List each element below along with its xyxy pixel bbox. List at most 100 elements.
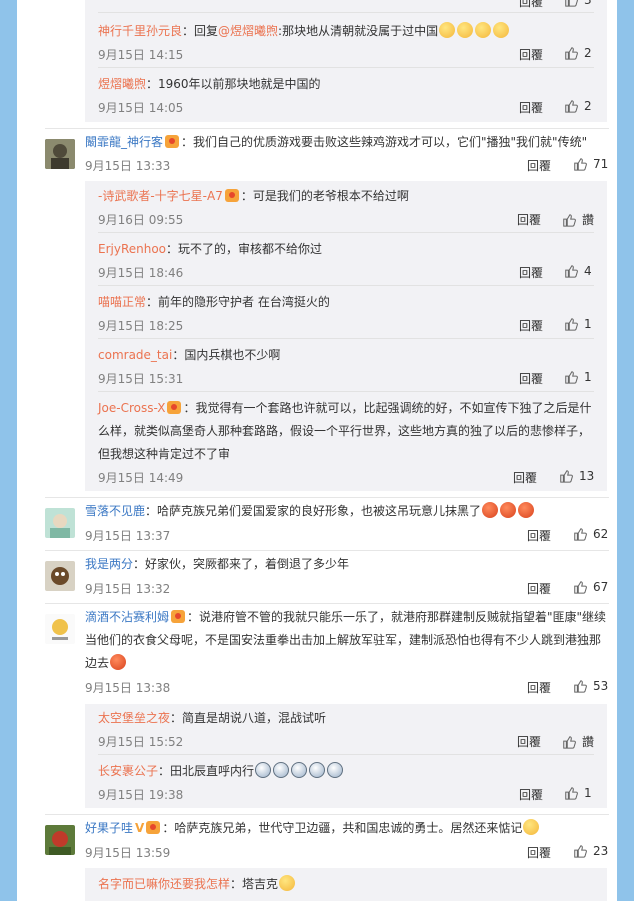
timestamp: 9月15日 13:59 xyxy=(85,846,171,860)
timestamp: 9月15日 13:32 xyxy=(85,582,171,596)
reply-link[interactable]: 回覆 xyxy=(519,0,543,10)
divider xyxy=(98,338,594,339)
thumb-up-icon xyxy=(574,158,587,171)
like-count: 62 xyxy=(593,527,609,541)
timestamp: 9月15日 18:25 xyxy=(98,319,184,333)
reply-username[interactable]: 长安裹公子 xyxy=(98,764,158,778)
mention-link[interactable]: @煜熠曦煦 xyxy=(218,24,278,38)
like-button[interactable]: 1 xyxy=(564,317,592,331)
emoji-icon xyxy=(291,762,308,778)
thumb-up-icon xyxy=(565,371,578,384)
emoji-icon xyxy=(523,819,540,835)
like-button[interactable]: 67 xyxy=(573,580,608,594)
reply-link[interactable]: 回覆 xyxy=(519,264,543,281)
divider xyxy=(98,12,594,13)
like-count: 1 xyxy=(584,317,592,331)
like-button[interactable]: 讚 xyxy=(562,733,594,750)
comment-text: 滴酒不沾赛利姆 ：说港府管不管的我就只能乐一乐了，就港府那群建制反贼就指望着"匪康… xyxy=(85,610,607,670)
emoji-icon xyxy=(475,22,492,38)
like-button[interactable]: 2 xyxy=(564,99,592,113)
reply-link[interactable]: 回覆 xyxy=(517,733,541,750)
like-count: 4 xyxy=(584,264,592,278)
comment-username[interactable]: 滴酒不沾赛利姆 xyxy=(85,610,169,624)
like-button[interactable]: 4 xyxy=(564,264,592,278)
reply-username[interactable]: ErjyRenhoo xyxy=(98,242,166,256)
avatar[interactable] xyxy=(45,614,75,644)
comment-username[interactable]: 闞霏龍_神行客 xyxy=(85,135,163,149)
reply-username[interactable]: 名字而已嘛你还要我怎样 xyxy=(98,877,230,891)
like-button[interactable]: 1 xyxy=(564,370,592,384)
reply-username[interactable]: 太空堡垒之夜 xyxy=(98,711,170,725)
emoji-icon xyxy=(327,762,344,778)
timestamp: 9月15日 18:46 xyxy=(98,266,184,280)
thumb-up-icon xyxy=(574,680,587,693)
avatar[interactable] xyxy=(45,561,75,591)
reply-thread: 名字而已嘛你还要我怎样：塔吉克 xyxy=(85,868,607,901)
emoji-icon xyxy=(309,762,326,778)
thumb-up-icon xyxy=(565,0,578,7)
like-button[interactable]: 13 xyxy=(559,469,594,483)
thumb-up-icon xyxy=(574,581,587,594)
comment-username[interactable]: 雪落不见鹿 xyxy=(85,504,145,518)
comment-text: 闞霏龍_神行客 ：我们自己的优质游戏要击败这些辣鸡游戏才可以，它们"播独"我们就"… xyxy=(85,135,588,149)
reply-username[interactable]: 煜熠曦煦 xyxy=(98,77,146,91)
divider xyxy=(45,497,609,498)
reply-text: 神行千里孙元良：回复@煜熠曦煦:那块地从清朝就没属于过中国 xyxy=(98,20,578,43)
reply-username[interactable]: 喵喵正常 xyxy=(98,295,146,309)
timestamp: 9月15日 15:52 xyxy=(98,735,184,749)
like-button[interactable]: 讚 xyxy=(562,211,594,228)
emoji-icon xyxy=(439,22,456,38)
reply-link[interactable]: 回覆 xyxy=(527,844,551,861)
like-button[interactable]: 3 xyxy=(564,0,592,7)
reply-link[interactable]: 回覆 xyxy=(527,679,551,696)
reply-link[interactable]: 回覆 xyxy=(519,99,543,116)
reply-link[interactable]: 回覆 xyxy=(513,469,537,486)
like-count: 23 xyxy=(593,844,609,858)
like-button[interactable]: 62 xyxy=(573,527,608,541)
like-button[interactable]: 2 xyxy=(564,46,592,60)
reply-thread: -诗武歌者-十字七星-A7 ：可是我们的老爷根本不给过啊 9月16日 09:55 … xyxy=(85,181,607,491)
like-button[interactable]: 71 xyxy=(573,157,608,171)
thumb-up-icon xyxy=(565,100,578,113)
comment-username[interactable]: 我是两分 xyxy=(85,557,133,571)
timestamp: 9月15日 19:38 xyxy=(98,788,184,802)
reply-username[interactable]: -诗武歌者-十字七星-A7 xyxy=(98,189,223,203)
comment-username[interactable]: 好果子哇 xyxy=(85,821,133,835)
like-button[interactable]: 53 xyxy=(573,679,608,693)
avatar[interactable] xyxy=(45,139,75,169)
like-button[interactable]: 1 xyxy=(564,786,592,800)
reply-link[interactable]: 回覆 xyxy=(517,211,541,228)
like-button[interactable]: 23 xyxy=(573,844,608,858)
emoji-icon xyxy=(255,762,272,778)
reply-link[interactable]: 回覆 xyxy=(519,786,543,803)
avatar[interactable] xyxy=(45,508,75,538)
emoji-icon xyxy=(482,502,499,518)
member-badge-icon xyxy=(165,135,180,148)
like-count: 2 xyxy=(584,99,592,113)
reply-link[interactable]: 回覆 xyxy=(519,317,543,334)
reply-username[interactable]: comrade_tai xyxy=(98,348,172,362)
emoji-icon xyxy=(273,762,290,778)
like-count: 3 xyxy=(584,0,592,7)
reply-link[interactable]: 回覆 xyxy=(519,46,543,63)
reply-link[interactable]: 回覆 xyxy=(527,580,551,597)
reply-username[interactable]: Joe-Cross-X xyxy=(98,401,165,415)
reply-username[interactable]: 神行千里孙元良 xyxy=(98,24,182,38)
reply-text: 煜熠曦煦：1960年以前那块地就是中国的 xyxy=(98,77,321,91)
reply-link[interactable]: 回覆 xyxy=(527,527,551,544)
like-count: 53 xyxy=(593,679,609,693)
like-count: 讚 xyxy=(582,735,595,749)
reply-link[interactable]: 回覆 xyxy=(527,157,551,174)
thumb-up-icon xyxy=(574,845,587,858)
avatar[interactable] xyxy=(45,825,75,855)
reply-link[interactable]: 回覆 xyxy=(519,370,543,387)
divider xyxy=(45,603,609,604)
comment-panel: 回覆 3 神行千里孙元良：回复@煜熠曦煦:那块地从清朝就没属于过中国 9月15日… xyxy=(17,0,617,901)
reply-text: 喵喵正常：前年的隐形守护者 在台湾挺火的 xyxy=(98,295,330,309)
reply-text: -诗武歌者-十字七星-A7 ：可是我们的老爷根本不给过啊 xyxy=(98,189,409,203)
thumb-up-icon xyxy=(563,213,576,227)
timestamp: 9月15日 14:49 xyxy=(98,471,184,485)
emoji-icon xyxy=(500,502,517,518)
emoji-icon xyxy=(457,22,474,38)
timestamp: 9月15日 13:33 xyxy=(85,159,171,173)
